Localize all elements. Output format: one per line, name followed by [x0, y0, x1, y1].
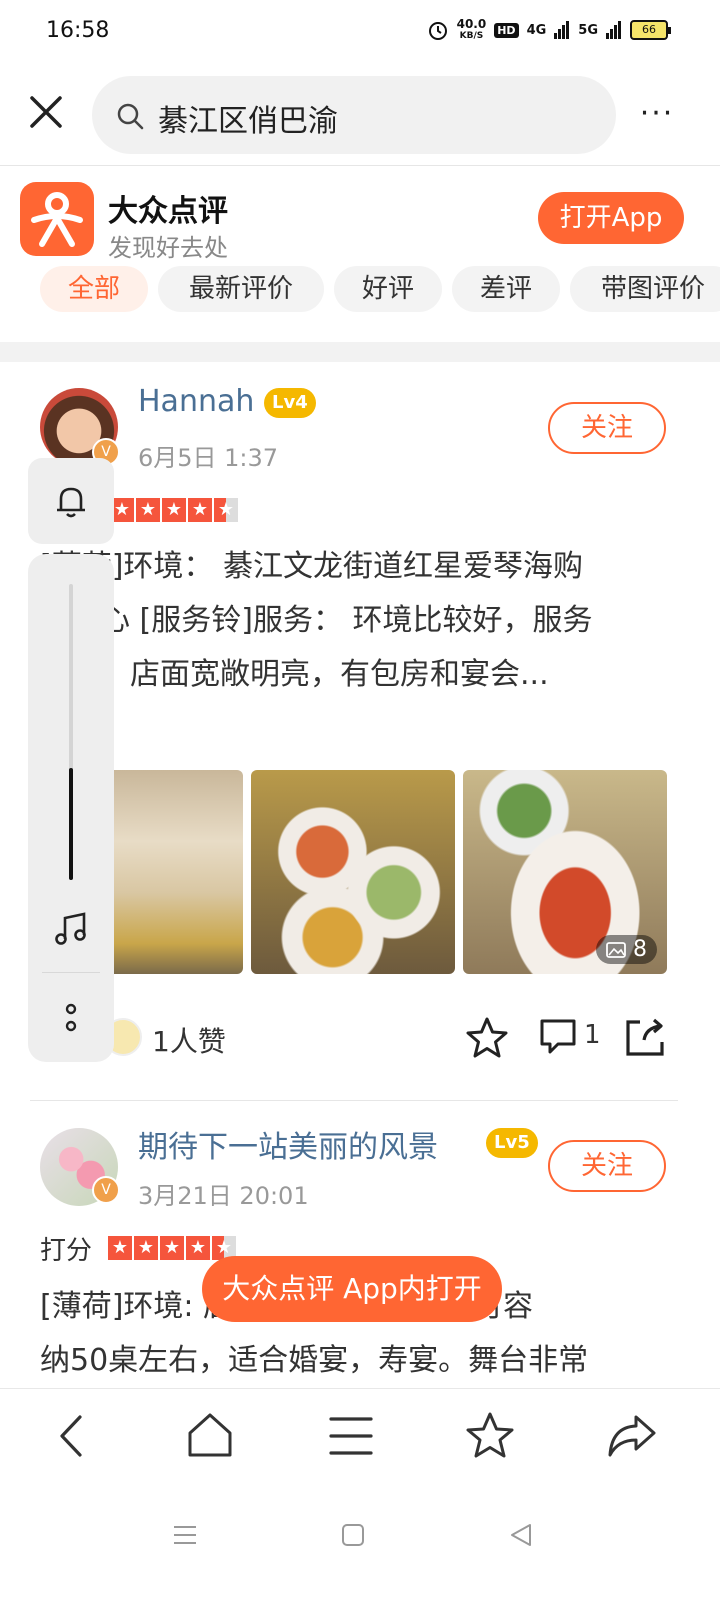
back-icon[interactable] — [52, 1411, 92, 1461]
app-name: 大众点评 — [108, 194, 228, 229]
section-divider — [0, 342, 720, 362]
half-star-icon: ★ — [214, 498, 238, 522]
signal-bars-icon — [606, 21, 621, 39]
tab-negative[interactable]: 差评 — [452, 266, 560, 312]
battery-icon: 66 — [630, 20, 671, 40]
signal-5g-icon: 5G — [578, 22, 598, 38]
divider — [42, 972, 100, 973]
alarm-icon — [428, 22, 447, 40]
follow-button[interactable]: 关注 — [548, 1140, 666, 1192]
tab-all[interactable]: 全部 — [40, 266, 148, 312]
tab-latest[interactable]: 最新评价 — [158, 266, 324, 312]
star-icon: ★ — [160, 1236, 184, 1260]
signal-4g-icon: 4G — [526, 22, 547, 38]
browser-bottom-nav — [0, 1388, 720, 1488]
music-note-icon[interactable] — [52, 910, 90, 948]
open-app-button[interactable]: 打开App — [538, 192, 684, 244]
menu-icon[interactable] — [328, 1411, 374, 1461]
star-rating: ★ ★ ★ ★ ★ — [108, 1236, 236, 1260]
level-badge: Lv4 — [264, 388, 316, 418]
floating-control-panel — [28, 458, 114, 1062]
level-badge: Lv5 — [486, 1128, 538, 1158]
username[interactable]: 期待下一站美丽的风景 — [138, 1122, 438, 1166]
like-count[interactable]: 1人赞 — [152, 1020, 226, 1060]
review-text[interactable]: [薄荷]环境： 綦江文龙街道红星爱琴海购 物中心 [服务铃]服务： 环境比较好，… — [40, 540, 660, 702]
username[interactable]: Hannah — [138, 384, 254, 419]
star-rating: ★ ★ ★ ★ ★ — [110, 498, 238, 522]
search-query: 綦江区俏巴渝 — [158, 104, 338, 139]
close-icon[interactable] — [26, 92, 66, 132]
verified-icon: V — [92, 1176, 120, 1204]
comment-icon[interactable] — [538, 1016, 578, 1056]
tab-positive[interactable]: 好评 — [334, 266, 442, 312]
photo-count-badge: 8 — [596, 935, 657, 964]
system-back-icon[interactable] — [508, 1522, 534, 1548]
status-time: 16:58 — [46, 18, 110, 43]
app-banner: 大众点评 发现好去处 打开App — [0, 166, 720, 266]
score-label: 打分 — [40, 1236, 93, 1266]
more-vertical-icon[interactable] — [62, 1002, 80, 1036]
tab-with-photos[interactable]: 带图评价 — [570, 266, 720, 312]
system-navigation-bar — [0, 1488, 720, 1600]
signal-bars-icon — [554, 21, 570, 39]
search-row: 綦江区俏巴渝 ··· — [0, 72, 720, 158]
status-icons: 40.0 KB/S HD 4G 5G 66 — [427, 17, 671, 42]
more-options-button[interactable]: ··· — [634, 96, 680, 132]
forward-share-icon[interactable] — [606, 1411, 658, 1461]
home-button-icon[interactable] — [340, 1522, 366, 1548]
search-icon — [117, 103, 144, 130]
follow-button[interactable]: 关注 — [548, 402, 666, 454]
home-icon[interactable] — [186, 1411, 234, 1461]
share-icon[interactable] — [624, 1016, 666, 1058]
review-photo[interactable] — [251, 770, 455, 974]
image-icon — [606, 942, 626, 958]
bookmark-star-icon[interactable] — [464, 1411, 516, 1461]
volume-slider[interactable] — [69, 584, 73, 880]
review-filter-tabs: 全部 最新评价 好评 差评 带图评价 — [0, 266, 720, 320]
status-bar: 16:58 40.0 KB/S HD 4G 5G 66 — [0, 0, 720, 64]
open-in-app-button[interactable]: 大众点评 App内打开 — [202, 1256, 502, 1322]
star-icon: ★ — [188, 498, 212, 522]
review-photo[interactable]: 8 — [463, 770, 667, 974]
review-date: 6月5日 1:37 — [138, 444, 279, 472]
app-slogan: 发现好去处 — [108, 234, 228, 262]
divider — [30, 1100, 678, 1101]
dianping-logo-icon — [20, 182, 94, 256]
music-control-card — [28, 554, 114, 1062]
star-icon[interactable] — [464, 1016, 510, 1060]
comment-count: 1 — [584, 1020, 601, 1050]
star-icon: ★ — [136, 498, 160, 522]
network-speed: 40.0 KB/S — [456, 17, 487, 41]
star-icon: ★ — [108, 1236, 132, 1260]
hd-icon: HD — [494, 22, 519, 38]
star-icon: ★ — [134, 1236, 158, 1260]
volume-slider-fill — [69, 767, 73, 880]
search-input[interactable]: 綦江区俏巴渝 — [92, 76, 616, 154]
star-icon: ★ — [162, 498, 186, 522]
recent-apps-icon[interactable] — [172, 1522, 198, 1548]
star-icon: ★ — [186, 1236, 210, 1260]
review-date: 3月21日 20:01 — [138, 1182, 309, 1210]
notification-button[interactable] — [28, 458, 114, 544]
bell-icon — [57, 487, 85, 518]
